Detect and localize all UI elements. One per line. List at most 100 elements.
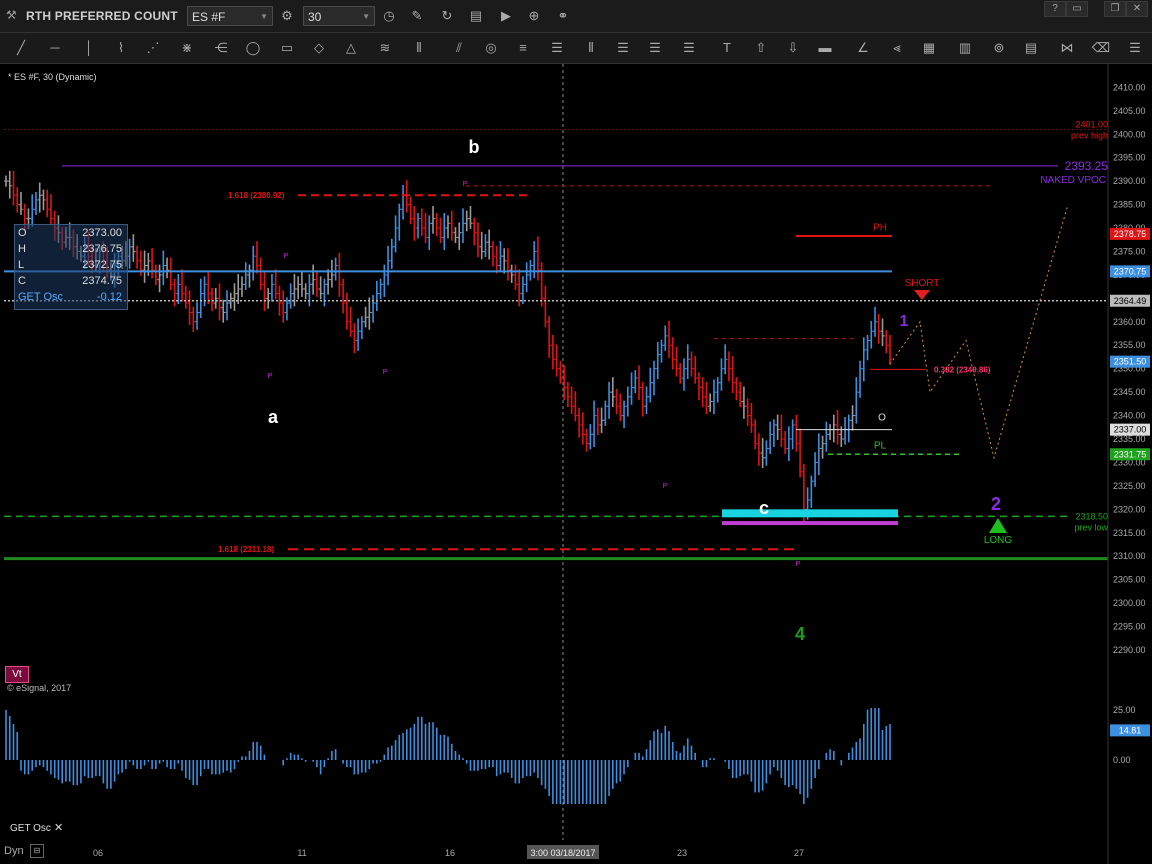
triangle-tool-icon[interactable]: △ (340, 39, 362, 57)
zigzag-tool-icon[interactable]: ⋈ (1056, 39, 1078, 57)
maximize-button[interactable]: ❐ (1104, 1, 1126, 17)
rectangle-tool-icon[interactable]: ▭ (276, 39, 298, 57)
price-tag-label: 2378.75 (1114, 229, 1147, 239)
menu-tool-icon[interactable]: ☰ (1124, 39, 1146, 57)
dyn-toggle-icon[interactable]: ⊟ (30, 844, 44, 858)
arc-tool-icon[interactable]: ☰ (678, 39, 700, 57)
vt-badge[interactable]: Vt (5, 666, 29, 683)
cycle-tool-icon[interactable]: ⫴ (408, 39, 430, 57)
price-bar (753, 419, 758, 450)
price-bar (314, 271, 319, 297)
channel-tool-icon[interactable]: ≋ (374, 39, 396, 57)
price-bar (786, 426, 791, 462)
line-tool-icon[interactable]: ╱ (10, 39, 32, 57)
osc-tick-label: 0.00 (1113, 755, 1131, 765)
price-bar (640, 381, 645, 417)
price-chart[interactable]: 2401.00prev high 2393.25 NAKED VPOC 2318.50… (0, 64, 1152, 864)
pti-tool-icon[interactable]: ▤ (1020, 39, 1042, 57)
block-tool-icon[interactable]: ▬ (814, 39, 836, 57)
time-tool-icon[interactable]: ⦀ (580, 39, 602, 57)
x-tick-label: 06 (93, 848, 103, 858)
angle-tool-icon[interactable]: ∠ (852, 39, 874, 57)
price-bar (816, 433, 821, 476)
prev-high-label: prev high (1071, 131, 1108, 141)
price-bar (771, 419, 776, 447)
y-tick-label: 2390.00 (1113, 176, 1146, 186)
price-bar (625, 386, 630, 417)
help-button[interactable]: ? (1044, 1, 1066, 17)
zoom-icon[interactable]: ⊕ (524, 6, 544, 26)
interval-input[interactable]: 30 ▼ (303, 6, 375, 26)
price-bar (416, 213, 421, 239)
osc-last-label: 14.81 (1119, 725, 1142, 735)
mob-tool-icon[interactable]: ▥ (954, 39, 976, 57)
price-bar (431, 205, 436, 234)
price-bar (573, 391, 578, 422)
close-icon[interactable]: ✕ (54, 821, 63, 834)
price-bar (303, 283, 308, 300)
chevron-down-icon[interactable]: ▼ (260, 7, 268, 27)
parallel-tool-icon[interactable]: ⫽ (448, 39, 470, 57)
price-bar (243, 262, 248, 290)
price-bar (239, 276, 244, 297)
refresh-icon[interactable]: ↻ (437, 6, 457, 26)
quote-icon[interactable]: ▤ (466, 6, 486, 26)
projection-path (889, 204, 1069, 460)
pitchfork-tool-icon[interactable]: ⪡ (886, 39, 908, 57)
price-bar (696, 372, 701, 401)
y-tick-label: 2395.00 (1113, 153, 1146, 163)
price-bar (386, 245, 391, 286)
levels-tool-icon[interactable]: ☰ (546, 39, 568, 57)
ext-tool-icon[interactable]: ☰ (612, 39, 634, 57)
price-bar (187, 290, 192, 326)
grid-tool-icon[interactable]: ▦ (918, 39, 940, 57)
price-tag-label: 2364.49 (1114, 296, 1147, 306)
price-tag-label: 2331.75 (1114, 449, 1147, 459)
price-bar (299, 271, 304, 297)
circle-tool-icon[interactable]: ◎ (480, 39, 502, 57)
ellipse-tool-icon[interactable]: ◯ (242, 39, 264, 57)
price-bar (554, 344, 559, 377)
pencil-icon[interactable]: ✎ (407, 6, 427, 26)
id-tool-icon[interactable]: ⊚ (988, 39, 1010, 57)
chevron-down-icon[interactable]: ▼ (362, 7, 370, 27)
interval-settings-icon[interactable]: ⚙ (277, 6, 297, 26)
price-bar (779, 414, 784, 447)
proj-tool-icon[interactable]: ☰ (644, 39, 666, 57)
y-tick-label: 2375.00 (1113, 246, 1146, 256)
price-bar (37, 182, 42, 213)
y-tick-label: 2410.00 (1113, 82, 1146, 92)
fan-tool-icon[interactable]: ⋲ (210, 39, 232, 57)
drawing-toolbar: ╱ ─ │ ⌇ ⋰ ⋇ ⋲ ◯ ▭ ◇ △ ≋ ⫴ ⫽ ◎ ≡ ☰ ⦀ ☰ ☰ … (0, 33, 1152, 64)
vline-tool-icon[interactable]: │ (78, 39, 100, 57)
symbol-input[interactable]: ES #F ▼ (187, 6, 273, 26)
wave-tool-icon[interactable]: ⌇ (110, 39, 132, 57)
price-bar (704, 381, 709, 415)
price-bar (311, 264, 316, 295)
vpoc-value: 2393.25 (1065, 159, 1109, 173)
text-tool-icon[interactable]: T (716, 39, 738, 57)
gann-tool-icon[interactable]: ⋇ (176, 39, 198, 57)
price-bar (453, 227, 458, 244)
arrow-up-tool-icon[interactable]: ⇧ (750, 39, 772, 57)
y-tick-label: 2360.00 (1113, 317, 1146, 327)
play-icon[interactable]: ▶ (496, 6, 516, 26)
price-bar (464, 210, 469, 232)
link-icon[interactable]: ⚭ (553, 6, 573, 26)
close-button[interactable]: ✕ (1126, 1, 1148, 17)
price-bar (446, 215, 450, 239)
eraser-tool-icon[interactable]: ◇ (308, 39, 330, 57)
retracement-tool-icon[interactable]: ≡ (512, 39, 534, 57)
clock-icon[interactable]: ◷ (379, 6, 399, 26)
price-bar (565, 381, 570, 408)
price-bar (509, 264, 514, 283)
price-bar (490, 241, 495, 267)
hline-tool-icon[interactable]: ─ (44, 39, 66, 57)
watermark: © eSignal, 2017 (7, 683, 72, 693)
price-bar (434, 213, 439, 237)
fib-tool-icon[interactable]: ⋰ (142, 39, 164, 57)
restore-button[interactable]: ▭ (1066, 1, 1088, 17)
erase-tool-icon[interactable]: ⌫ (1090, 39, 1112, 57)
arrow-down-tool-icon[interactable]: ⇩ (782, 39, 804, 57)
price-bar (846, 414, 851, 443)
